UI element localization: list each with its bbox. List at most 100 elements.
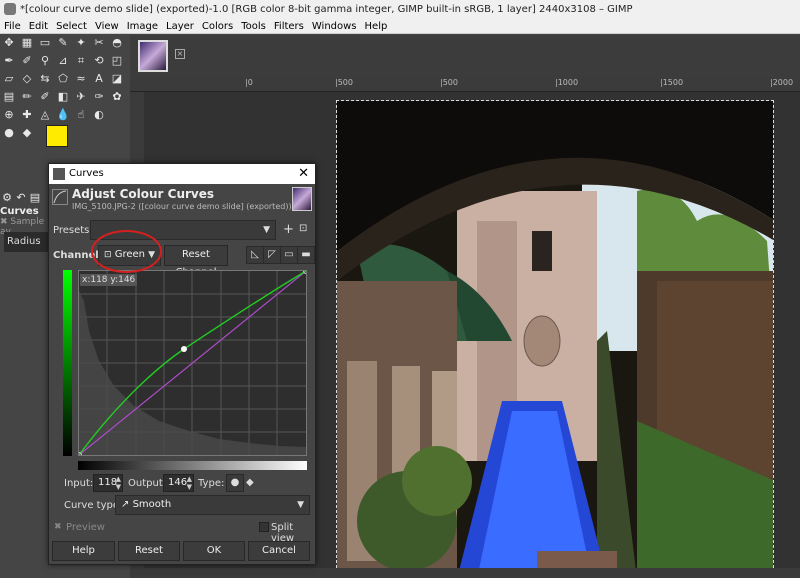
input-value: 118 (98, 477, 118, 488)
eraser-icon[interactable]: ◧ (56, 91, 70, 103)
presets-label: Presets: (53, 225, 93, 236)
graph-view-icon[interactable]: ▭ (280, 246, 298, 264)
menu-view[interactable]: View (91, 19, 123, 34)
curve-graph[interactable] (76, 268, 309, 458)
scale-icon[interactable]: ◰ (110, 55, 124, 67)
mypaint-icon[interactable]: ✿ (110, 91, 124, 103)
curve-type-label: Curve type: (64, 500, 123, 511)
corner-point-icon[interactable]: ◆ (246, 477, 254, 488)
menu-image[interactable]: Image (123, 19, 162, 34)
close-x-icon[interactable]: ✖ (0, 217, 8, 227)
help-button[interactable]: Help (52, 541, 115, 561)
courtyard-photo[interactable] (336, 100, 774, 578)
warp-icon[interactable]: ≈ (74, 73, 88, 85)
layers-icon[interactable]: ▤ (28, 192, 42, 204)
diamond-icon[interactable]: ◆ (20, 127, 34, 139)
radius-field[interactable]: Radius (4, 232, 48, 252)
paths-tool-icon[interactable]: ✒ (2, 55, 16, 67)
output-spin[interactable]: 146 ▲ ▼ (163, 474, 194, 492)
perspective-icon[interactable]: ◇ (20, 73, 34, 85)
foreground-color-swatch[interactable] (46, 125, 68, 147)
blend-icon[interactable]: ▤ (2, 91, 16, 103)
reset-channel-button[interactable]: Reset Channel (164, 245, 228, 278)
split-view-checkbox[interactable] (259, 522, 269, 532)
menu-windows[interactable]: Windows (308, 19, 361, 34)
curve-svg (76, 268, 309, 458)
dialog-title-bar[interactable]: Curves ✕ (49, 164, 315, 184)
crop-icon[interactable]: ⌗ (74, 55, 88, 67)
perspective-clone-icon[interactable]: ◬ (38, 109, 52, 121)
photo-drawing (337, 101, 773, 578)
ok-button[interactable]: OK (183, 541, 245, 561)
chevron-down-icon: ▼ (263, 225, 270, 235)
menu-colors[interactable]: Colors (198, 19, 237, 34)
add-preset-icon[interactable]: + (283, 222, 294, 237)
menu-filters[interactable]: Filters (270, 19, 308, 34)
coordinate-readout: x:118 y:146 (80, 274, 138, 286)
ruler-label: |500 (440, 78, 458, 87)
smooth-point-icon[interactable]: ● (226, 474, 244, 492)
smudge-icon[interactable]: ☝ (74, 109, 88, 121)
water-drop-icon[interactable]: ● (2, 127, 16, 139)
close-tab-icon[interactable]: × (175, 49, 185, 59)
heal-icon[interactable]: ✚ (20, 109, 34, 121)
cage-icon[interactable]: ⬠ (56, 73, 70, 85)
ruler-label: |0 (245, 78, 253, 87)
output-value: 146 (168, 477, 188, 488)
menu-help[interactable]: Help (361, 19, 392, 34)
airbrush-icon[interactable]: ✈ (74, 91, 88, 103)
ink-icon[interactable]: ✑ (92, 91, 106, 103)
measure-icon[interactable]: ⊿ (56, 55, 70, 67)
align-tool-icon[interactable]: ▦ (20, 37, 34, 49)
gimp-app-icon (4, 3, 16, 15)
unified-transform-icon[interactable]: ⟲ (92, 55, 106, 67)
dodge-burn-icon[interactable]: ◐ (92, 109, 106, 121)
image-tab-thumbnail[interactable] (138, 40, 168, 72)
horizontal-gradient (78, 461, 307, 470)
menu-tools[interactable]: Tools (237, 19, 270, 34)
horizontal-ruler: |0 |500 |500 |1000 |1500 |2000 (130, 78, 800, 92)
log-histogram-icon[interactable]: ◸ (263, 246, 281, 264)
paintbrush-icon[interactable]: ✐ (38, 91, 52, 103)
pencil-icon[interactable]: ✏ (20, 91, 34, 103)
undo-icon[interactable]: ↶ (14, 192, 28, 204)
menu-select[interactable]: Select (52, 19, 91, 34)
window-title: *[colour curve demo slide] (exported)-1.… (20, 4, 633, 15)
zoom-icon[interactable]: ⚲ (38, 55, 52, 67)
spin-arrows-icon[interactable]: ▲ ▼ (187, 475, 192, 491)
shear-icon[interactable]: ▱ (2, 73, 16, 85)
preset-menu-icon[interactable]: ⊡ (299, 223, 307, 234)
tool-options-title: Curves (0, 206, 39, 217)
color-picker-icon[interactable]: ✐ (20, 55, 34, 67)
foreground-select-icon[interactable]: ◓ (110, 37, 124, 49)
graph-view2-icon[interactable]: ▬ (297, 246, 315, 264)
menu-file[interactable]: File (0, 19, 25, 34)
text-tool-icon[interactable]: A (92, 73, 106, 85)
cancel-button[interactable]: Cancel (248, 541, 310, 561)
linear-histogram-icon[interactable]: ◺ (246, 246, 264, 264)
menu-bar: File Edit Select View Image Layer Colors Tools F… (0, 19, 800, 34)
free-select-icon[interactable]: ✎ (56, 37, 70, 49)
window-title-bar: *[colour curve demo slide] (exported)-1.… (0, 0, 800, 19)
rect-select-icon[interactable]: ▭ (38, 37, 52, 49)
scissors-icon[interactable]: ✂ (92, 37, 106, 49)
fuzzy-select-icon[interactable]: ✦ (74, 37, 88, 49)
input-spin[interactable]: 118 ▲ ▼ (93, 474, 123, 492)
sample-average-row: ✖ Sample av (0, 217, 48, 237)
flip-icon[interactable]: ⇆ (38, 73, 52, 85)
bucket-fill-icon[interactable]: ◪ (110, 73, 124, 85)
move-tool-icon[interactable]: ✥ (2, 37, 16, 49)
menu-edit[interactable]: Edit (25, 19, 52, 34)
dialog-title: Curves (69, 168, 104, 179)
menu-layer[interactable]: Layer (162, 19, 198, 34)
preview-checkbox[interactable]: ✖ (54, 522, 62, 532)
smooth-curve-icon: ↗ (121, 499, 130, 510)
spin-arrows-icon[interactable]: ▲ ▼ (116, 475, 121, 491)
curve-type-combo[interactable]: ↗ Smooth ▼ (115, 495, 310, 515)
dock-tab-icon[interactable]: ⚙ (0, 192, 14, 204)
close-icon[interactable]: ✕ (298, 164, 309, 184)
reset-button[interactable]: Reset (118, 541, 180, 561)
clone-icon[interactable]: ⊕ (2, 109, 16, 121)
blur-icon[interactable]: 💧 (56, 109, 70, 121)
dialog-header: Adjust Colour Curves IMG_5100.JPG-2 ([co… (49, 184, 315, 214)
